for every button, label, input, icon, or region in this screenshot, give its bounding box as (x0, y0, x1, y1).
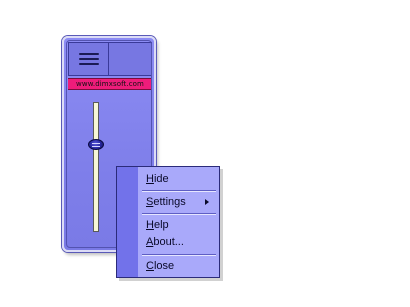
menu-item-label: ettings (153, 196, 186, 208)
menu-item-about[interactable]: About... (146, 234, 213, 250)
menu-button[interactable] (69, 43, 109, 75)
menu-item-mnemonic: H (146, 173, 154, 185)
menu-separator (142, 254, 216, 256)
chevron-right-icon (205, 199, 209, 205)
hamburger-icon (79, 53, 99, 66)
menu-item-label: elp (153, 219, 169, 231)
widget-header (68, 42, 152, 76)
menu-item-mnemonic: C (146, 260, 154, 272)
menu-item-label: lose (153, 260, 175, 272)
volume-slider-knob[interactable] (88, 139, 104, 150)
menu-item-mnemonic: H (146, 219, 154, 231)
menu-item-hide[interactable]: Hide (146, 171, 213, 187)
menu-separator (142, 190, 216, 192)
website-link[interactable]: www.dimxsoft.com (68, 78, 152, 90)
volume-slider-track[interactable] (93, 102, 99, 232)
menu-separator (142, 213, 216, 215)
context-menu: Hide Settings Help About... Close (116, 166, 220, 278)
display-panel (109, 43, 151, 75)
menu-item-settings[interactable]: Settings (146, 194, 213, 210)
menu-item-label: ide (153, 173, 169, 185)
menu-item-label: bout... (153, 236, 184, 248)
menu-item-close[interactable]: Close (146, 258, 213, 274)
menu-side-stripe (117, 167, 138, 277)
menu-item-help[interactable]: Help (146, 217, 213, 233)
